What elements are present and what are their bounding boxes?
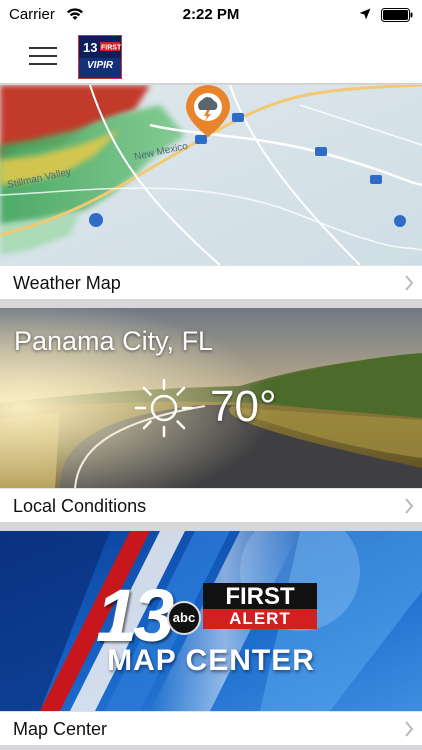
map-center-card[interactable]: 13 abc FIRST ALERT MAP CENTER Map Center — [0, 531, 422, 745]
local-conditions-card[interactable]: Panama City, FL 70° Local Conditions — [0, 308, 422, 522]
weather-map-label: Weather Map — [13, 273, 121, 293]
temperature: 70° — [210, 382, 277, 431]
local-conditions-footer[interactable]: Local Conditions — [0, 488, 422, 522]
chevron-right-icon — [405, 498, 414, 514]
first-alert-first: FIRST — [203, 583, 317, 610]
local-conditions-image: Panama City, FL 70° — [0, 308, 422, 488]
weather-map-card[interactable]: New Mexico Stillman Valley Weather Map — [0, 85, 422, 299]
map-center-label: Map Center — [13, 719, 108, 739]
logo-vipir: VIPIR — [87, 60, 114, 71]
abc-logo: abc — [167, 601, 201, 635]
city-name: Panama City, FL — [14, 326, 214, 356]
weather-map-footer[interactable]: Weather Map — [0, 265, 422, 299]
first-alert-alert: ALERT — [203, 609, 317, 629]
local-conditions-label: Local Conditions — [13, 496, 147, 516]
map-center-title: MAP CENTER — [107, 644, 315, 677]
logo-first: FIRST — [101, 45, 122, 52]
weather-map-image: New Mexico Stillman Valley — [0, 85, 422, 265]
map-center-image: 13 abc FIRST ALERT MAP CENTER — [0, 531, 422, 711]
status-bar: Carrier 2:22 PM — [0, 0, 422, 30]
battery-icon — [381, 8, 413, 22]
nav-bar: 13 FIRST VIPIR — [0, 30, 422, 84]
chevron-right-icon — [405, 721, 414, 737]
hamburger-menu-icon[interactable] — [29, 45, 57, 67]
map-center-footer[interactable]: Map Center — [0, 711, 422, 745]
sun-icon — [134, 378, 194, 438]
chevron-right-icon — [405, 275, 414, 291]
station-logo: 13 FIRST VIPIR — [78, 35, 122, 79]
location-arrow-icon — [359, 8, 371, 20]
logo-number: 13 — [83, 40, 97, 55]
